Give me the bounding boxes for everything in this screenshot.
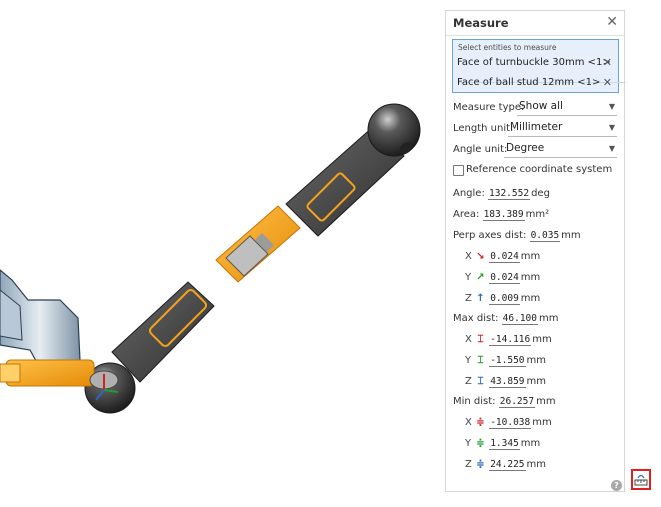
axis-z-label: Z [465,459,472,470]
measure-type-select[interactable]: Show all ▼ [517,100,617,116]
close-icon[interactable]: ✕ [606,14,618,30]
min-dist-value[interactable]: 26.257 [498,396,536,408]
min-z-value[interactable]: 24.225 [489,459,526,471]
y-arrow-icon: ⌶ [477,355,484,366]
ball-stud-part[interactable] [0,359,136,414]
perp-dist-unit: mm [561,230,581,241]
axis-z-label: Z [465,293,472,304]
max-dist-row: Max dist: 46.100 mm [453,313,559,325]
max-y-row: Y ⌶ -1.550 mm [465,355,546,367]
measure-tool-button[interactable] [631,469,651,490]
min-dist-row: Min dist: 26.257 mm [453,396,556,408]
min-y-value[interactable]: 1.345 [489,438,520,450]
axis-x-label: X [465,417,472,428]
turnbuckle-part[interactable] [215,205,301,283]
length-unit-select[interactable]: Millimeter ▼ [508,121,617,137]
axis-y-label: Y [465,438,472,449]
length-unit-value: Millimeter [510,121,563,133]
perp-z-value[interactable]: 0.009 [489,293,520,305]
max-x-row: X ⌶ -14.116 mm [465,334,552,346]
area-row: Area: 183.389 mm² [453,209,550,221]
remove-icon[interactable]: ✕ [603,76,612,89]
min-y-unit: mm [520,438,541,449]
chevron-down-icon: ▼ [608,102,615,111]
y-arrow-icon: ≑ [476,438,485,449]
perp-x-value[interactable]: 0.024 [489,251,520,263]
max-x-unit: mm [532,334,552,345]
upper-ball-joint[interactable] [367,103,421,157]
min-x-value[interactable]: -10.038 [489,417,532,429]
min-x-unit: mm [532,417,552,428]
perp-dist-value[interactable]: 0.035 [529,230,561,242]
axis-x-label: X [465,334,472,345]
help-icon[interactable]: ? [611,480,622,491]
max-y-unit: mm [526,355,546,366]
min-y-row: Y ≑ 1.345 mm [465,438,541,450]
measure-type-value: Show all [519,100,563,112]
angle-unit-value: Degree [506,142,545,154]
axis-y-label: Y [465,355,472,366]
area-unit: mm² [525,209,550,220]
measure-panel: Measure ✕ Select entities to measure Fac… [445,10,626,492]
max-dist-value[interactable]: 46.100 [501,313,538,325]
axis-z-label: Z [465,376,472,387]
max-y-value[interactable]: -1.550 [489,355,526,367]
min-z-unit: mm [526,459,546,470]
z-arrow-icon: ⌶ [477,376,484,387]
lower-rod-end[interactable] [111,281,215,383]
reference-cs-label: Reference coordinate system [466,164,613,175]
max-dist-unit: mm [539,313,559,324]
max-z-unit: mm [526,376,546,387]
min-x-row: X ≑ -10.038 mm [465,417,552,429]
angle-unit: deg [531,188,550,199]
selection-item[interactable]: Face of ball stud 12mm <1> [457,77,600,88]
x-arrow-icon: ≑ [476,417,485,428]
panel-header: Measure ✕ [446,11,624,36]
max-z-row: Z ⌶ 43.859 mm [465,376,546,388]
perp-z-unit: mm [520,293,541,304]
angle-unit-select[interactable]: Degree ▼ [504,142,617,158]
perp-y-row: Y ↗ 0.024 mm [465,272,541,284]
chevron-down-icon: ▼ [608,123,615,132]
min-z-row: Z ≑ 24.225 mm [465,459,546,471]
selection-item[interactable]: Face of turnbuckle 30mm <1> [457,57,611,68]
perp-dist-row: Perp axes dist: 0.035 mm [453,230,581,242]
perp-y-unit: mm [520,272,541,283]
y-arrow-icon: ↗ [476,272,485,283]
measure-type-label: Measure type: [453,102,525,113]
x-arrow-icon: ⌶ [477,334,484,345]
chevron-down-icon: ▼ [608,144,615,153]
remove-icon[interactable]: ✕ [603,56,612,69]
perp-x-unit: mm [520,251,541,262]
angle-row: Angle: 132.552 deg [453,188,550,200]
max-dist-label: Max dist: [453,313,499,324]
max-x-value[interactable]: -14.116 [489,334,532,346]
x-arrow-icon: ↘ [476,251,485,262]
angle-value[interactable]: 132.552 [488,188,531,200]
perp-y-value[interactable]: 0.024 [489,272,520,284]
z-arrow-icon: ≑ [476,459,485,470]
max-z-value[interactable]: 43.859 [489,376,526,388]
angle-unit-label: Angle unit: [453,144,508,155]
bracket-part[interactable] [0,269,81,369]
angle-label: Angle: [453,188,485,199]
measure-tool-icon [634,474,648,486]
perp-z-row: Z ↑ 0.009 mm [465,293,541,305]
panel-title: Measure [453,16,509,30]
selection-caption: Select entities to measure [458,43,557,52]
area-label: Area: [453,209,480,220]
selection-box[interactable]: Select entities to measure Face of turnb… [452,39,626,93]
min-dist-unit: mm [536,396,556,407]
area-value[interactable]: 183.389 [482,209,525,221]
min-dist-label: Min dist: [453,396,496,407]
perp-dist-label: Perp axes dist: [453,230,527,241]
length-unit-label: Length unit: [453,123,514,134]
checkbox-icon[interactable] [453,165,464,176]
axis-x-label: X [465,251,472,262]
z-arrow-icon: ↑ [476,293,485,304]
perp-x-row: X ↘ 0.024 mm [465,251,541,263]
axis-y-label: Y [465,272,472,283]
